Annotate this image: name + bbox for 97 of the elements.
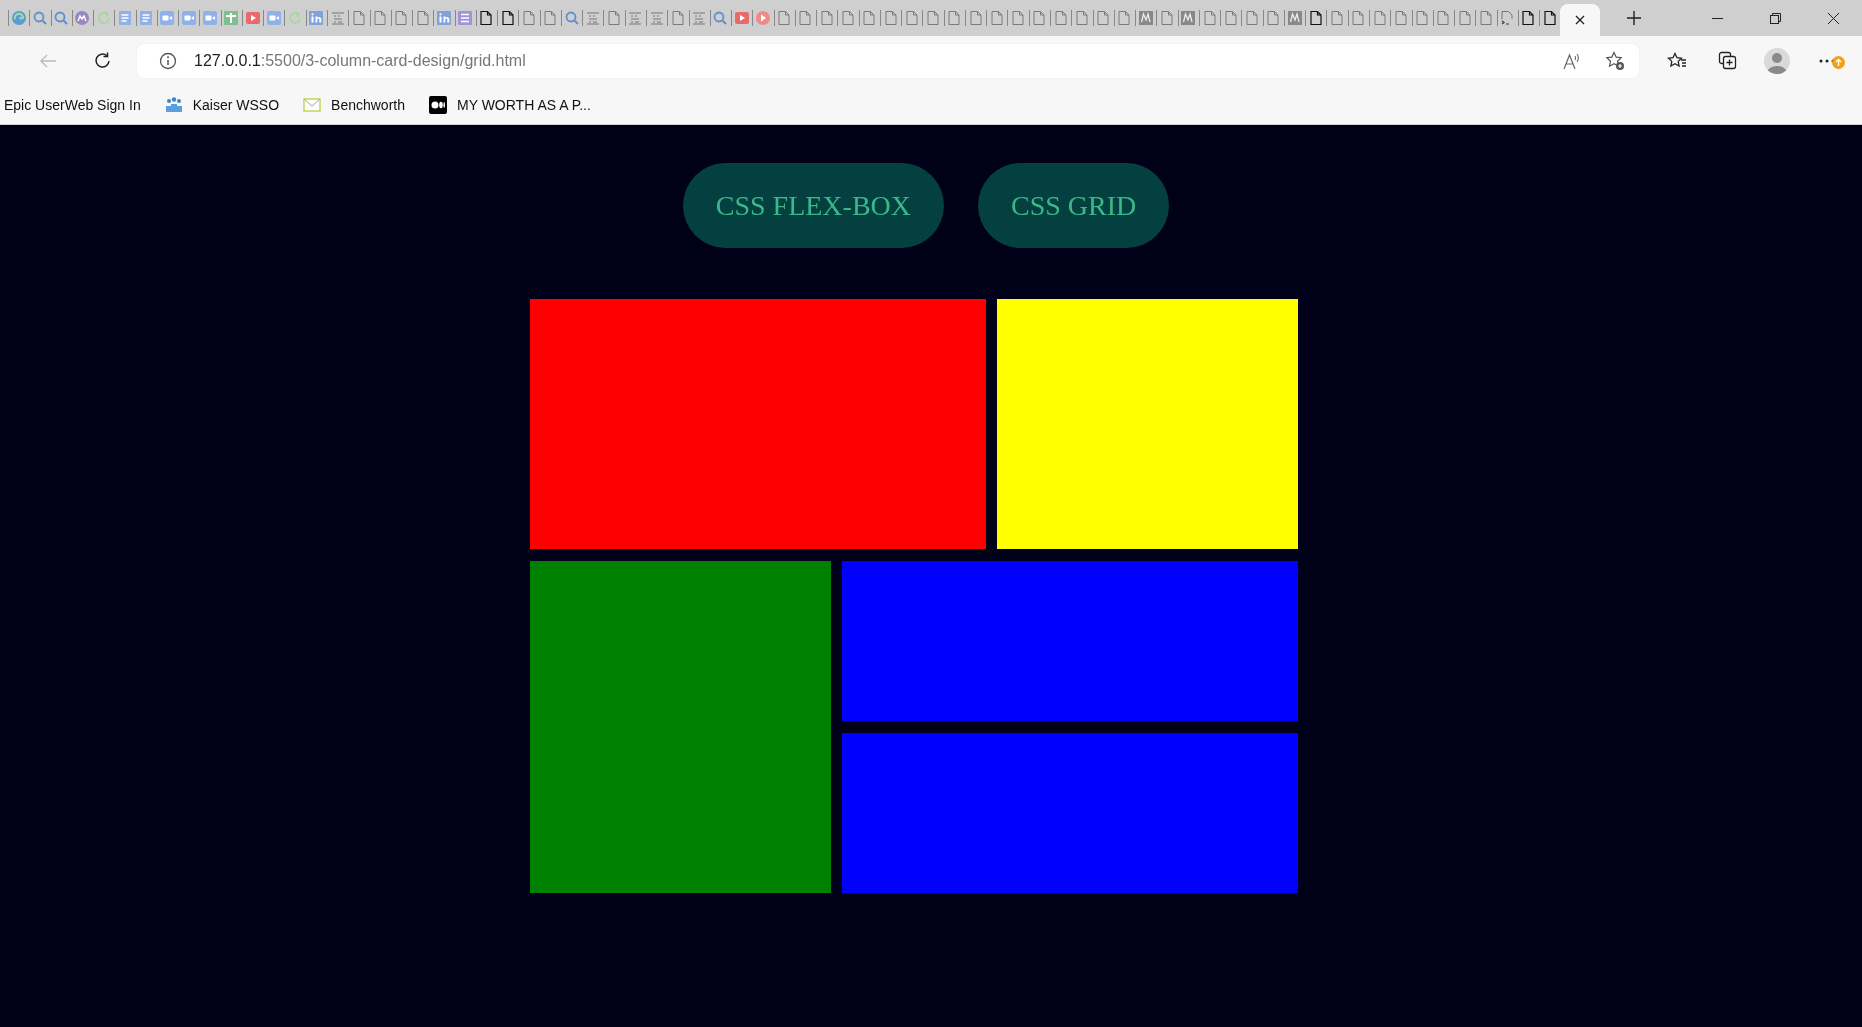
page-icon bbox=[393, 10, 410, 26]
page-icon bbox=[1158, 10, 1175, 26]
notes-icon bbox=[627, 10, 644, 26]
swirl-icon bbox=[10, 10, 27, 26]
page-icon bbox=[350, 10, 367, 26]
document-icon bbox=[116, 10, 133, 26]
notes-icon bbox=[329, 10, 346, 26]
document-icon bbox=[138, 10, 155, 26]
page-icon bbox=[776, 10, 793, 26]
page-icon bbox=[542, 10, 559, 26]
plus-icon[interactable] bbox=[1626, 10, 1642, 26]
plus-icon bbox=[223, 10, 240, 26]
close-icon bbox=[1574, 14, 1587, 26]
script-icon bbox=[1499, 10, 1516, 26]
play-icon bbox=[244, 10, 261, 26]
page-icon bbox=[606, 10, 623, 26]
mail-icon bbox=[303, 95, 322, 114]
page-icon bbox=[1031, 10, 1048, 26]
play-logo-icon bbox=[754, 10, 771, 26]
page-icon bbox=[478, 10, 495, 26]
page-icon bbox=[967, 10, 984, 26]
circle-logo-icon bbox=[74, 10, 91, 26]
profile-avatar[interactable] bbox=[1764, 47, 1790, 74]
page-icon bbox=[1244, 10, 1261, 26]
url-path: :5500/3-column-card-design/grid.html bbox=[260, 51, 526, 70]
page-icon bbox=[925, 10, 942, 26]
m-logo-icon bbox=[1180, 10, 1197, 26]
refresh-icon bbox=[287, 10, 304, 26]
bookmark-link[interactable]: Kaiser WSSO bbox=[162, 93, 282, 116]
read-aloud-icon[interactable] bbox=[1563, 51, 1581, 70]
m-logo-icon bbox=[1286, 10, 1303, 26]
restore-icon[interactable] bbox=[1769, 12, 1781, 24]
video-camera-icon bbox=[265, 10, 282, 26]
page-icon bbox=[1414, 10, 1431, 26]
page-icon bbox=[988, 10, 1005, 26]
page-icon bbox=[840, 10, 856, 26]
page-icon bbox=[1541, 10, 1558, 26]
page-icon bbox=[499, 10, 516, 26]
close-icon[interactable] bbox=[1827, 12, 1839, 24]
page-icon bbox=[1265, 10, 1282, 26]
page-icon bbox=[797, 10, 814, 26]
page-icon bbox=[669, 10, 686, 26]
page-icon bbox=[1371, 10, 1388, 26]
collections-icon[interactable] bbox=[1717, 51, 1737, 70]
dots-logo-icon bbox=[429, 95, 447, 114]
page-icon bbox=[882, 10, 899, 26]
list-icon bbox=[457, 10, 474, 26]
page-icon bbox=[1073, 10, 1090, 26]
url-host: 127.0.0.1 bbox=[194, 51, 261, 70]
nav-button[interactable]: CSS FLEX-BOX bbox=[682, 163, 944, 248]
video-camera-icon bbox=[202, 10, 218, 26]
page-icon bbox=[1095, 10, 1112, 26]
page-icon bbox=[414, 10, 431, 26]
page-icon bbox=[1052, 10, 1069, 26]
favorites-icon[interactable] bbox=[1667, 51, 1687, 70]
in-logo-icon bbox=[308, 10, 325, 26]
notes-icon bbox=[648, 10, 665, 26]
refresh-icon[interactable] bbox=[94, 51, 112, 70]
page-icon bbox=[1456, 10, 1473, 26]
page-icon bbox=[372, 10, 389, 26]
page-icon bbox=[861, 10, 878, 26]
search-icon bbox=[563, 10, 580, 26]
search-icon bbox=[31, 10, 48, 26]
bookmark-link[interactable]: Benchworth bbox=[301, 92, 407, 117]
search-icon bbox=[53, 10, 70, 26]
page-icon bbox=[1392, 10, 1409, 26]
page-icon bbox=[1329, 10, 1346, 26]
page-icon bbox=[1520, 10, 1537, 26]
page-icon bbox=[818, 10, 835, 26]
bookmark-link[interactable]: Epic UserWeb Sign In bbox=[2, 93, 143, 116]
page-icon bbox=[1477, 10, 1494, 26]
page-icon bbox=[1010, 10, 1027, 26]
info-icon bbox=[159, 51, 177, 70]
bookmark-link[interactable]: MY WORTH AS A P... bbox=[427, 92, 593, 117]
notes-icon bbox=[584, 10, 601, 26]
video-camera-icon bbox=[180, 10, 197, 26]
page-icon bbox=[903, 10, 920, 26]
page-icon bbox=[521, 10, 537, 26]
search-icon bbox=[712, 10, 729, 26]
m-logo-icon bbox=[1137, 10, 1154, 26]
video-camera-icon bbox=[159, 10, 176, 26]
in-logo-icon bbox=[435, 10, 452, 26]
page-icon bbox=[1201, 10, 1218, 26]
update-badge-icon bbox=[1832, 55, 1845, 69]
address-bar[interactable]: 127.0.0.1:5500/3-column-card-design/grid.html bbox=[137, 43, 1639, 78]
page-icon bbox=[946, 10, 963, 26]
people-icon bbox=[164, 96, 183, 113]
add-favorite-icon[interactable] bbox=[1605, 50, 1625, 71]
page-icon bbox=[1307, 10, 1324, 26]
page-icon bbox=[1222, 10, 1239, 26]
notes-icon bbox=[691, 10, 708, 26]
nav-button[interactable]: CSS GRID bbox=[978, 163, 1170, 248]
refresh-icon bbox=[95, 10, 112, 26]
page-icon bbox=[1350, 10, 1367, 26]
page-icon bbox=[1116, 10, 1133, 26]
play-icon bbox=[733, 10, 750, 26]
page-icon bbox=[1435, 10, 1452, 26]
